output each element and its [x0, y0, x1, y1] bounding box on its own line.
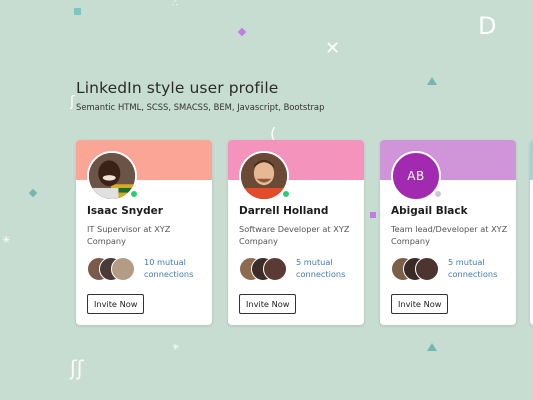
online-status-indicator — [282, 190, 290, 198]
decor-square — [370, 212, 376, 218]
page-subtitle: Semantic HTML, SCSS, SMACSS, BEM, Javasc… — [76, 102, 325, 112]
invite-button[interactable]: Invite Now — [391, 294, 449, 314]
mutual-connections-avatars — [391, 257, 443, 281]
decor-sparkle: ✳ — [2, 235, 11, 246]
mutual-connections-link[interactable]: 5 mutual connections — [448, 256, 512, 280]
decor-diamond — [237, 27, 247, 37]
profile-name: Darrell Holland — [239, 205, 329, 217]
decor-squiggle: ʃ — [70, 94, 75, 110]
decor-triangle — [427, 343, 437, 351]
profile-card: Darrell Holland Software Developer at XY… — [228, 140, 364, 325]
decor-square — [74, 8, 81, 15]
mutual-avatar — [263, 257, 287, 281]
profile-card: Isaac Snyder IT Supervisor at XYZ Compan… — [76, 140, 212, 325]
man-photo-avatar-icon — [241, 153, 287, 199]
profile-name: Isaac Snyder — [87, 205, 163, 217]
mutual-connections-avatars — [239, 257, 291, 281]
decor-triangle — [427, 77, 437, 85]
invite-button[interactable]: Invite Now — [87, 294, 145, 314]
profile-card: AB Abigail Black Team lead/Developer at … — [380, 140, 516, 325]
avatar-initials: AB — [407, 169, 425, 183]
profile-job-title: Team lead/Developer at XYZ Company — [391, 224, 508, 246]
online-status-indicator — [130, 190, 138, 198]
profile-job-title: Software Developer at XYZ Company — [239, 224, 350, 246]
offline-status-indicator — [434, 190, 442, 198]
mutual-connections-avatars — [87, 257, 139, 281]
mutual-connections-link[interactable]: 10 mutual connections — [144, 256, 208, 280]
decor-squiggle: ʃʃ — [70, 356, 84, 380]
profile-name: Abigail Black — [391, 205, 468, 217]
mutual-avatar — [415, 257, 439, 281]
profile-job-title: IT Supervisor at XYZ Company — [87, 224, 171, 246]
mutual-avatar — [111, 257, 135, 281]
decor-dots: ∴ — [172, 0, 178, 9]
mutual-connections-link[interactable]: 5 mutual connections — [296, 256, 360, 280]
decor-cross: ✕ — [325, 38, 341, 59]
man-photo-avatar-icon — [89, 153, 135, 199]
decor-sparkle: ✳ — [172, 343, 180, 353]
invite-button[interactable]: Invite Now — [239, 294, 297, 314]
decor-crescent: D — [478, 12, 497, 40]
decor-diamond — [28, 188, 38, 198]
page-title: LinkedIn style user profile — [76, 79, 279, 97]
